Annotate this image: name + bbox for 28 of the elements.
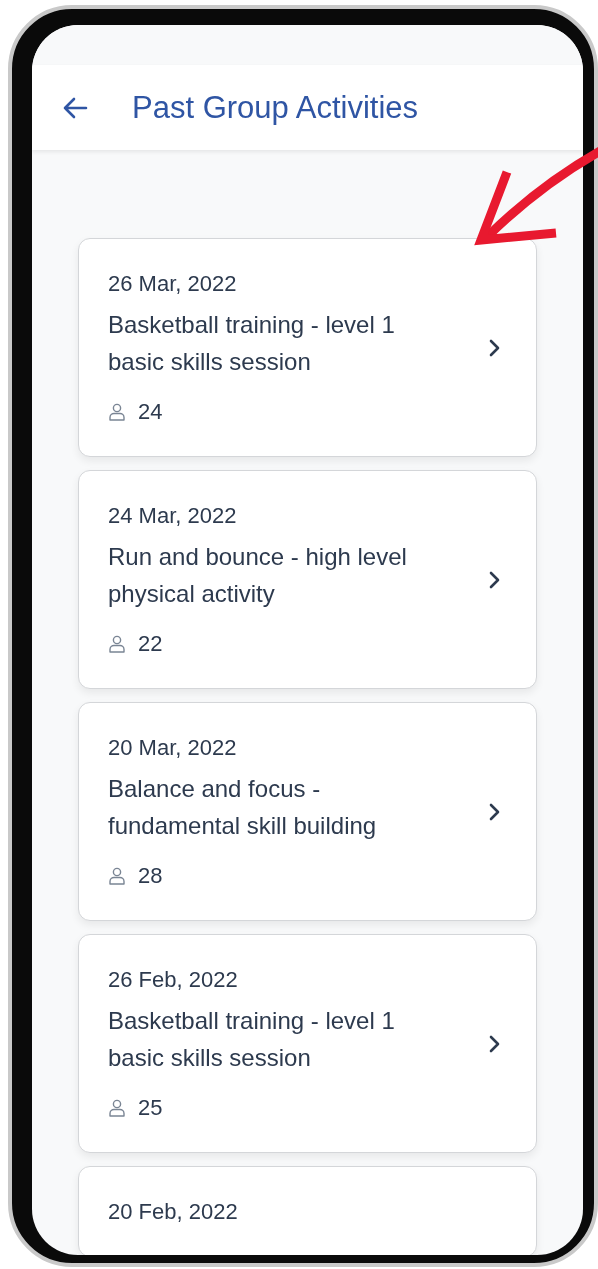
participant-count: 24 [138, 399, 163, 425]
activity-title: Basketball training - level 1 basic skills session [108, 310, 396, 377]
activity-date: 26 Mar, 2022 [108, 270, 238, 298]
activity-date: 24 Mar, 2022 [108, 502, 238, 530]
participant-count: 28 [138, 863, 163, 889]
person-icon [108, 403, 126, 421]
activity-title: Basketball training - level 1 basic skills session [108, 1006, 396, 1073]
participant-count: 25 [138, 1095, 163, 1121]
page-title: Past Group Activities [132, 89, 418, 126]
person-icon [108, 867, 126, 885]
activity-title: Balance and focus - fundamental skill building [108, 774, 378, 841]
activity-card[interactable]: 20 Feb, 2022 [78, 1166, 537, 1255]
back-arrow-icon [62, 96, 88, 119]
person-icon [108, 1099, 126, 1117]
participant-count: 22 [138, 631, 163, 657]
chevron-right-icon [488, 1034, 502, 1054]
person-icon [108, 635, 126, 653]
activity-card[interactable]: 26 Feb, 2022 Basketball training - level 1 basic skills session 25 [78, 934, 537, 1153]
chevron-right-icon [488, 570, 502, 590]
activity-title: Run and bounce - high level physical activity [108, 542, 408, 609]
activity-card[interactable]: 24 Mar, 2022 Run and bounce - high level physical activity 22 [78, 470, 537, 689]
activity-date: 20 Mar, 2022 [108, 734, 238, 762]
chevron-right-icon [488, 802, 502, 822]
activity-card[interactable]: 26 Mar, 2022 Basketball training - level 1 basic skills session 24 [78, 238, 537, 457]
activity-date: 20 Feb, 2022 [108, 1198, 239, 1226]
chevron-right-icon [488, 338, 502, 358]
activity-date: 26 Feb, 2022 [108, 966, 239, 994]
activity-card[interactable]: 20 Mar, 2022 Balance and focus - fundamental skill building 28 [78, 702, 537, 921]
